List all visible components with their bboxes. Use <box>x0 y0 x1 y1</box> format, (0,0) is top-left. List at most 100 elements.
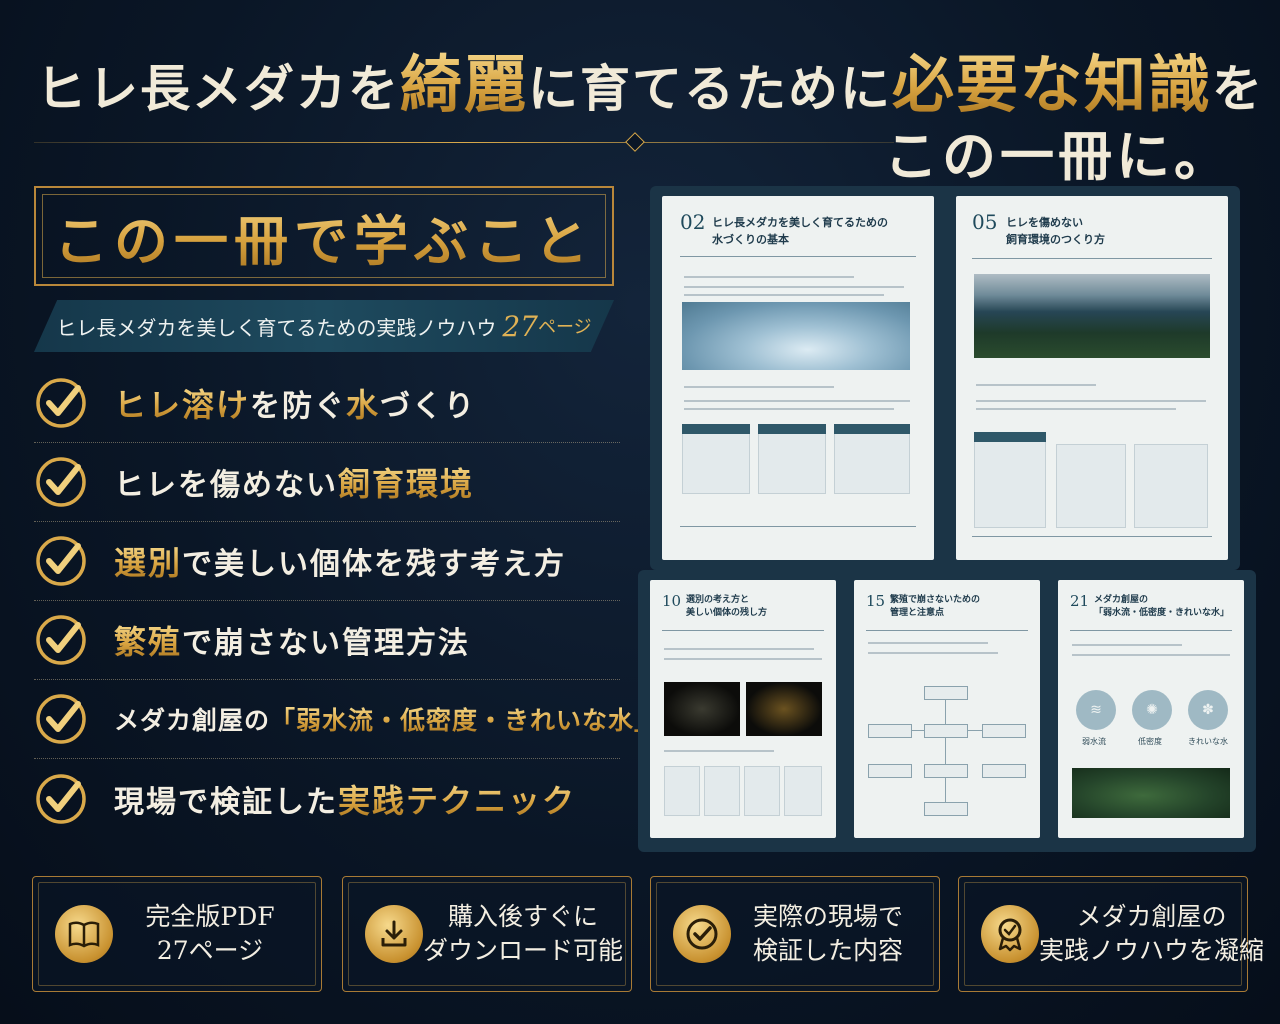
badge-line1: 完全版PDF <box>145 902 275 931</box>
headline-part5: を <box>1212 59 1265 118</box>
page-rule <box>972 536 1212 537</box>
info-box <box>664 766 700 816</box>
divider-rule <box>34 142 894 143</box>
info-box-header <box>974 432 1046 442</box>
page-rule <box>866 630 1028 631</box>
badge-line2: 27ページ <box>156 936 264 965</box>
checklist-plain-1: で美しい個体を残す考え方 <box>182 547 567 582</box>
download-icon <box>365 905 423 963</box>
info-table <box>758 424 826 494</box>
text-line <box>684 408 894 410</box>
page-number: 15 <box>866 592 886 610</box>
badge-line1: 実際の現場で <box>752 902 903 931</box>
text-line <box>684 286 904 288</box>
page-preview-15: 15 繁殖で崩さないための 管理と注意点 <box>854 580 1040 838</box>
badge-download: 購入後すぐに ダウンロード可能 <box>342 876 632 992</box>
page-number: 10 <box>662 592 682 610</box>
check-icon <box>36 378 86 428</box>
headline-part1: ヒレ長メダカを <box>36 59 400 118</box>
flow-node <box>868 764 912 778</box>
flow-connector <box>945 700 946 810</box>
check-icon <box>36 457 86 507</box>
page-rule <box>972 258 1212 259</box>
feature-label: 弱水流 <box>1082 737 1106 746</box>
info-table-header <box>758 424 826 434</box>
text-line <box>976 400 1206 402</box>
feature-label: きれいな水 <box>1188 737 1228 746</box>
ribbon-text: ヒレ長メダカを美しく育てるための実践ノウハウ <box>56 315 497 340</box>
tanks-image <box>974 274 1210 358</box>
page-rule <box>680 256 916 257</box>
checklist-gold-1: 繁殖 <box>114 623 183 661</box>
badge-knowhow: メダカ創屋の 実践ノウハウを凝縮 <box>958 876 1264 992</box>
checklist-plain-1: ヒレを傷めない <box>114 468 338 503</box>
headline-part2: 綺麗 <box>400 48 529 121</box>
headline-part4: 必要な知識 <box>892 48 1213 121</box>
water-ripple-image <box>682 302 910 370</box>
pond-image <box>1072 768 1230 818</box>
checklist-item: メダカ創屋の「弱水流・低密度・きれいな水」 <box>34 680 659 759</box>
text-line <box>664 658 822 660</box>
page-preview-10: 10 選別の考え方と 美しい個体の残し方 <box>650 580 836 838</box>
text-line <box>684 294 884 296</box>
page-title-line1: ヒレ長メダカを美しく育てるための <box>712 216 888 229</box>
clean-water-icon: ✽ <box>1188 690 1228 730</box>
check-icon <box>36 536 86 586</box>
badge-line2: ダウンロード可能 <box>423 936 624 965</box>
page-preview-05: 05 ヒレを傷めない 飼育環境のつくり方 <box>956 196 1228 560</box>
info-box <box>1134 444 1208 528</box>
info-box <box>1056 444 1126 528</box>
text-line <box>1072 644 1182 646</box>
water-flow-icon: ≋ <box>1076 690 1116 730</box>
check-icon <box>36 694 86 744</box>
badge-pdf: 完全版PDF 27ページ <box>32 876 322 992</box>
page-title-line1: メダカ創屋の <box>1094 595 1149 605</box>
flow-node <box>924 724 968 738</box>
badge-line1: メダカ創屋の <box>1076 902 1227 931</box>
page-title-line2: 飼育環境のつくり方 <box>1006 233 1105 246</box>
checklist-plain-1: で崩さない管理方法 <box>182 626 471 661</box>
headline-line2: この一冊に。 <box>884 124 1232 188</box>
page-title: ヒレ長メダカを美しく育てるための 水づくりの基本 <box>712 214 888 248</box>
checklist-gold-2: 水 <box>346 386 381 424</box>
learning-checklist: ヒレ溶けを防ぐ水づくり ヒレを傷めない飼育環境 選別で美しい個体を残す考え方 繁… <box>34 364 659 838</box>
check-icon <box>36 615 86 665</box>
page-title-line2: 管理と注意点 <box>890 608 945 618</box>
diamond-ornament-icon <box>625 132 645 152</box>
text-line <box>664 648 814 650</box>
learn-title: この一冊で学ぶこと <box>54 197 594 276</box>
text-line <box>976 408 1176 410</box>
fish-icon: ✺ <box>1132 690 1172 730</box>
text-line <box>868 652 998 654</box>
text-line <box>684 276 854 278</box>
text-line <box>976 384 1096 386</box>
badge-verified: 実際の現場で 検証した内容 <box>650 876 940 992</box>
page-title-line1: 繁殖で崩さないための <box>890 595 981 605</box>
checklist-plain-2: づくり <box>380 389 477 424</box>
text-line <box>664 750 774 752</box>
ribbon-page-unit: ページ <box>538 317 592 338</box>
flow-node <box>924 764 968 778</box>
page-title-line2: 美しい個体の残し方 <box>686 608 768 618</box>
ribbon-page-count: 27 <box>502 309 538 343</box>
checklist-gold-2: 「弱水流・低密度・きれいな水」 <box>270 706 661 735</box>
check-circle-icon <box>673 905 731 963</box>
flow-node <box>924 802 968 816</box>
page-title-line2: 水づくりの基本 <box>712 233 789 246</box>
text-line <box>868 642 988 644</box>
checklist-item: ヒレを傷めない飼育環境 <box>34 443 620 522</box>
page-number: 05 <box>972 210 998 234</box>
info-box <box>704 766 740 816</box>
flow-node <box>924 686 968 700</box>
checklist-plain-1: を防ぐ <box>250 389 347 424</box>
feature-label: 低密度 <box>1138 737 1162 746</box>
badge-line1: 購入後すぐに <box>448 902 599 931</box>
learn-ribbon: ヒレ長メダカを美しく育てるための実践ノウハウ 27 ページ <box>34 300 614 352</box>
info-box <box>974 432 1046 528</box>
text-line <box>684 386 834 388</box>
checklist-item: 選別で美しい個体を残す考え方 <box>34 522 620 601</box>
checklist-gold-2: 実践テクニック <box>338 781 577 820</box>
checklist-item: 繁殖で崩さない管理方法 <box>34 601 620 680</box>
headline-part3: に育てるために <box>528 59 893 118</box>
fish-image <box>664 682 740 736</box>
